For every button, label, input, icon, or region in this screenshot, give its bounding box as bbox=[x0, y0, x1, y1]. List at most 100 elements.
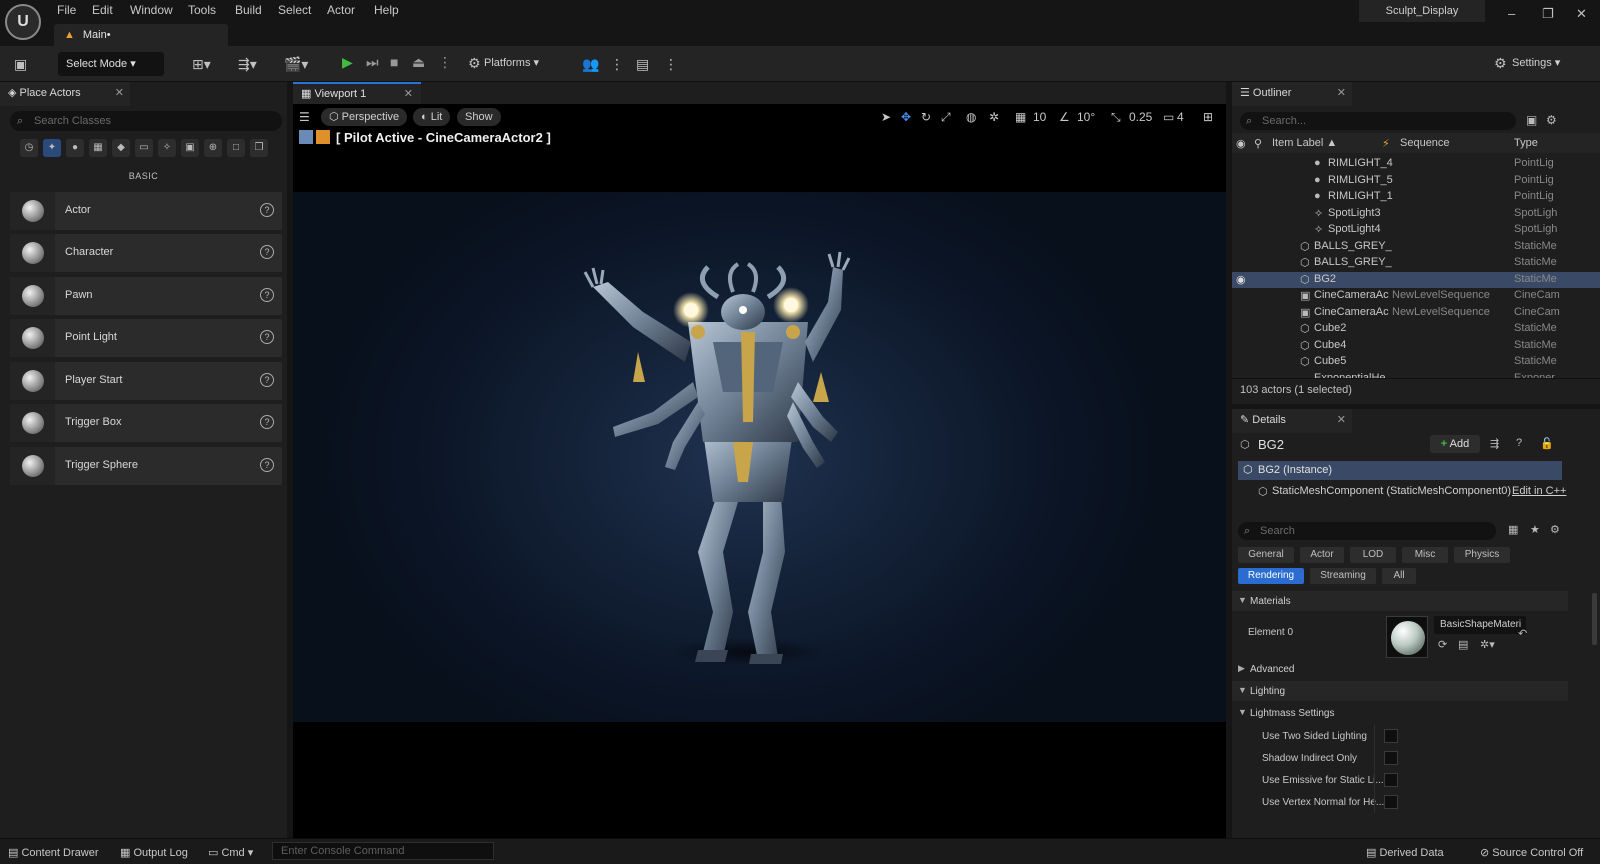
column-item-label[interactable]: Item Label ▲ bbox=[1272, 137, 1337, 149]
help-icon[interactable]: ? bbox=[260, 203, 274, 217]
component-row[interactable]: StaticMeshComponent (StaticMeshComponent… bbox=[1272, 485, 1511, 497]
maximize-button[interactable]: ❐ bbox=[1542, 6, 1554, 22]
outliner-row[interactable]: ⬡ BALLS_GREY_ StaticMe bbox=[1232, 239, 1600, 256]
actor-item-point-light[interactable]: Point Light ? bbox=[10, 319, 282, 357]
blueprint-convert-icon[interactable]: ⇶ bbox=[1490, 437, 1499, 450]
details-search-input[interactable]: ⌕ Search bbox=[1238, 522, 1496, 540]
close-window-button[interactable]: ✕ bbox=[1576, 6, 1587, 22]
details-tab[interactable]: ✎ Details ✕ bbox=[1232, 409, 1352, 433]
scale-snap-icon[interactable]: ⤡ bbox=[1111, 110, 1121, 125]
add-component-button[interactable]: + Add bbox=[1430, 435, 1480, 453]
actor-item-trigger-sphere[interactable]: Trigger Sphere ? bbox=[10, 447, 282, 485]
more-options-icon-2[interactable]: ⋮ bbox=[664, 56, 678, 73]
outliner-row[interactable]: ✧ SpotLight4 SpotLigh bbox=[1232, 222, 1600, 239]
filter-rendering[interactable]: Rendering bbox=[1238, 568, 1304, 584]
geometry-icon[interactable]: ▭ bbox=[135, 139, 153, 157]
section-materials[interactable]: ▼ Materials bbox=[1232, 591, 1568, 611]
blueprint-icon[interactable]: ⇶▾ bbox=[238, 56, 257, 73]
platforms-dropdown[interactable]: Platforms ▾ bbox=[484, 56, 539, 69]
source-icon[interactable]: ▤ bbox=[636, 56, 649, 73]
outliner-settings-icon[interactable]: ⚙ bbox=[1546, 113, 1557, 127]
actor-item-actor[interactable]: Actor ? bbox=[10, 192, 282, 230]
box-icon[interactable]: □ bbox=[227, 139, 245, 157]
outliner-row[interactable]: ⬡ Cube2 StaticMe bbox=[1232, 321, 1600, 338]
eject-icon[interactable]: ⏏ bbox=[412, 54, 425, 71]
rotate-tool-icon[interactable]: ↻ bbox=[921, 110, 931, 124]
help-icon[interactable]: ? bbox=[260, 245, 274, 259]
details-actor-name[interactable]: BG2 bbox=[1258, 437, 1284, 452]
browse-icon[interactable]: ▤ bbox=[1458, 638, 1468, 651]
play-options-icon[interactable]: ⋮ bbox=[438, 54, 452, 71]
menu-window[interactable]: Window bbox=[130, 3, 173, 17]
menu-file[interactable]: File bbox=[57, 3, 76, 17]
minimize-button[interactable]: – bbox=[1508, 6, 1515, 21]
actor-item-trigger-box[interactable]: Trigger Box ? bbox=[10, 404, 282, 442]
content-drawer-button[interactable]: ▤ Content Drawer bbox=[8, 846, 99, 859]
output-log-button[interactable]: ▦ Output Log bbox=[120, 846, 188, 859]
console-input[interactable]: Enter Console Command bbox=[272, 842, 494, 860]
add-actor-icon[interactable]: ⊞▾ bbox=[192, 56, 211, 73]
checkbox[interactable] bbox=[1384, 751, 1398, 765]
multiuser-icon[interactable]: 👥 bbox=[582, 56, 599, 73]
filter-misc[interactable]: Misc bbox=[1402, 547, 1448, 563]
volumes-icon[interactable]: ✧ bbox=[158, 139, 176, 157]
translate-tool-icon[interactable]: ✥ bbox=[901, 110, 911, 124]
outliner-row[interactable]: ⬡ BALLS_GREY_ StaticMe bbox=[1232, 255, 1600, 272]
pilot-eject-icon[interactable] bbox=[299, 130, 313, 144]
actor-item-pawn[interactable]: Pawn ? bbox=[10, 277, 282, 315]
help-icon[interactable]: ? bbox=[260, 373, 274, 387]
menu-help[interactable]: Help bbox=[374, 3, 399, 17]
favorite-star-icon[interactable]: ★ bbox=[1530, 523, 1540, 536]
close-icon[interactable]: ✕ bbox=[404, 84, 413, 104]
outliner-row[interactable]: ● RIMLIGHT_5 PointLig bbox=[1232, 173, 1600, 190]
scale-tool-icon[interactable]: ⤢ bbox=[941, 110, 951, 125]
basic-icon[interactable]: ✦ bbox=[43, 139, 61, 157]
section-lighting[interactable]: ▼ Lighting bbox=[1232, 681, 1568, 701]
outliner-tab[interactable]: ☰ Outliner ✕ bbox=[1232, 82, 1352, 106]
level-tab[interactable]: ▲ Main• bbox=[54, 24, 228, 46]
edit-in-cpp-link[interactable]: Edit in C++ bbox=[1512, 485, 1566, 497]
details-scrollbar[interactable] bbox=[1592, 593, 1597, 645]
more-options-icon[interactable]: ⋮ bbox=[610, 56, 624, 73]
camera-speed-value[interactable]: 4 bbox=[1177, 110, 1184, 124]
scale-snap-value[interactable]: 0.25 bbox=[1129, 110, 1152, 124]
material-options-icon[interactable]: ✲▾ bbox=[1480, 638, 1495, 651]
filter-all[interactable]: All bbox=[1382, 568, 1416, 584]
outliner-row[interactable]: ⬡ Cube5 StaticMe bbox=[1232, 354, 1600, 371]
filter-lod[interactable]: LOD bbox=[1350, 547, 1396, 563]
visibility-eye-icon[interactable]: ◉ bbox=[1236, 273, 1246, 286]
section-lightmass[interactable]: ▼ Lightmass Settings bbox=[1232, 703, 1568, 723]
outliner-row[interactable]: ✧ SpotLight3 SpotLigh bbox=[1232, 206, 1600, 223]
pin-header-icon[interactable]: ⚲ bbox=[1254, 137, 1262, 150]
layers-icon[interactable]: ❐ bbox=[250, 139, 268, 157]
help-icon[interactable]: ? bbox=[260, 288, 274, 302]
settings-dropdown[interactable]: Settings ▾ bbox=[1512, 56, 1560, 69]
surface-snap-icon[interactable]: ✲ bbox=[989, 110, 999, 124]
lock-icon[interactable]: 🔓 bbox=[1540, 437, 1554, 450]
details-settings-icon[interactable]: ⚙ bbox=[1550, 523, 1560, 536]
checkbox[interactable] bbox=[1384, 729, 1398, 743]
cmd-dropdown[interactable]: ▭ Cmd ▾ bbox=[208, 846, 253, 859]
section-advanced[interactable]: ▶ Advanced bbox=[1232, 659, 1568, 679]
outliner-row[interactable]: ● RIMLIGHT_4 PointLig bbox=[1232, 156, 1600, 173]
help-icon[interactable]: ? bbox=[260, 415, 274, 429]
material-thumbnail[interactable] bbox=[1386, 616, 1428, 658]
new-folder-icon[interactable]: ▣ bbox=[1526, 113, 1537, 127]
stop-icon[interactable]: ■ bbox=[390, 54, 398, 70]
source-control-button[interactable]: ⊘ Source Control Off bbox=[1480, 846, 1583, 859]
derived-data-button[interactable]: ▤ Derived Data bbox=[1366, 846, 1444, 859]
reset-arrow-icon[interactable]: ↶ bbox=[1518, 627, 1527, 640]
menu-tools[interactable]: Tools bbox=[188, 3, 216, 17]
cinematics-icon[interactable]: 🎬▾ bbox=[284, 56, 308, 73]
perspective-button[interactable]: ⬡ Perspective bbox=[321, 108, 408, 126]
checkbox[interactable] bbox=[1384, 773, 1398, 787]
rotation-snap-icon[interactable]: ∠ bbox=[1059, 110, 1070, 124]
recent-icon[interactable]: ◷ bbox=[20, 139, 38, 157]
show-button[interactable]: Show bbox=[457, 108, 501, 126]
outliner-row[interactable]: ◉ ⬡ BG2 StaticMe bbox=[1232, 271, 1600, 288]
grid-snap-value[interactable]: 10 bbox=[1033, 110, 1046, 124]
world-space-icon[interactable]: ◍ bbox=[966, 110, 976, 124]
outliner-search-input[interactable]: ⌕ Search... bbox=[1240, 112, 1516, 130]
menu-select[interactable]: Select bbox=[278, 3, 311, 17]
filter-streaming[interactable]: Streaming bbox=[1310, 568, 1376, 584]
